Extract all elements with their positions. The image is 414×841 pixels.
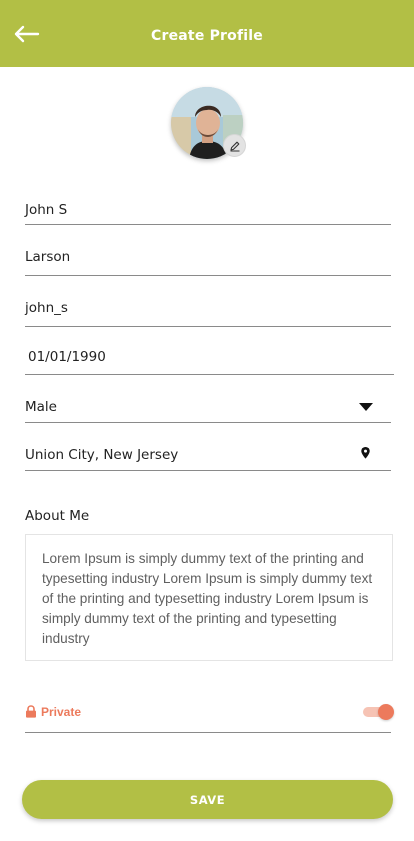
edit-avatar-button[interactable]	[223, 134, 246, 157]
location-field[interactable]: Union City, New Jersey	[25, 447, 391, 471]
about-me-textarea[interactable]: Lorem Ipsum is simply dummy text of the …	[25, 534, 393, 661]
pencil-icon	[229, 141, 239, 151]
private-toggle[interactable]	[363, 704, 394, 720]
profile-avatar	[171, 87, 246, 161]
save-button[interactable]: SAVE	[22, 780, 393, 819]
first-name-value: John S	[25, 202, 68, 218]
map-pin-icon[interactable]	[361, 447, 370, 459]
last-name-value: Larson	[25, 249, 71, 265]
gender-select[interactable]: Male	[25, 399, 391, 423]
location-value: Union City, New Jersey	[25, 447, 179, 463]
last-name-field[interactable]: Larson	[25, 249, 391, 276]
caret-down-icon[interactable]	[359, 403, 373, 412]
page-title: Create Profile	[151, 28, 263, 44]
lock-icon	[26, 705, 36, 718]
app-bar: Create Profile	[0, 0, 414, 67]
private-setting-row: Private	[25, 702, 394, 733]
first-name-field[interactable]: John S	[25, 202, 391, 225]
about-me-label: About Me	[25, 508, 90, 524]
username-value: john_s	[25, 300, 68, 316]
gender-value: Male	[25, 399, 57, 415]
private-label: Private	[41, 705, 82, 719]
username-field[interactable]: john_s	[25, 300, 391, 327]
toggle-thumb	[378, 704, 394, 720]
date-of-birth-field[interactable]: 01/01/1990	[25, 349, 394, 375]
date-of-birth-value: 01/01/1990	[28, 349, 106, 365]
